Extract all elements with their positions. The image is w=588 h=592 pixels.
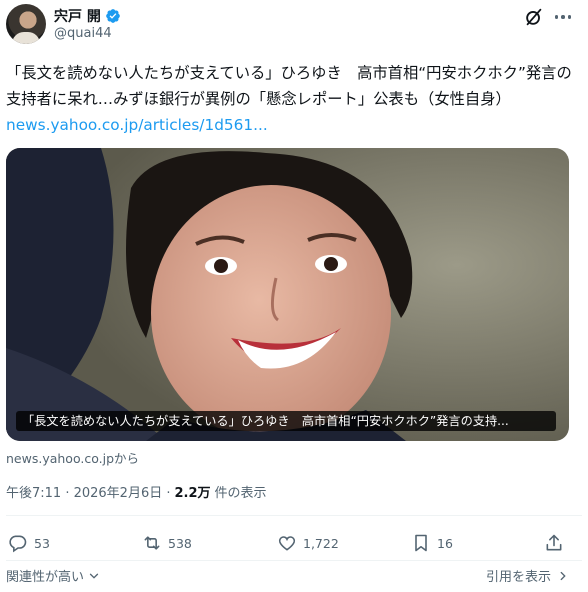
link-card[interactable]: [6, 148, 569, 441]
quotes-label: 引用を表示: [485, 570, 551, 585]
avatar[interactable]: [6, 4, 46, 44]
share-button[interactable]: [544, 528, 564, 558]
reply-icon: [9, 535, 27, 553]
sort-label: 関連性が高い: [6, 570, 85, 585]
like-button[interactable]: 1,722: [277, 528, 339, 558]
retweet-icon: [144, 536, 160, 550]
timestamp[interactable]: 午後7:11 · 2026年2月6日 ·: [6, 482, 170, 501]
more-icon[interactable]: [552, 10, 574, 24]
card-source[interactable]: news.yahoo.co.jpから: [6, 448, 139, 467]
divider-bottom: [6, 560, 582, 561]
tweet-text: 「長文を読めない人たちが支えている」ひろゆき 高市首相“円安ホクホク”発言の支持…: [6, 60, 582, 138]
share-icon: [546, 534, 562, 551]
bookmark-count: 16: [437, 535, 453, 551]
verified-badge-icon: [106, 9, 120, 23]
card-image: [6, 148, 569, 441]
retweet-button[interactable]: 538: [142, 528, 192, 558]
author-display-name[interactable]: 宍戸 開: [54, 6, 101, 26]
tweet-link[interactable]: news.yahoo.co.jp/articles/1d561...: [6, 116, 268, 134]
tweet-meta: 午後7:11 · 2026年2月6日 · 2.2万 件の表示: [6, 482, 267, 501]
author-handle[interactable]: @quai44: [54, 26, 112, 41]
tweet-body: 「長文を読めない人たちが支えている」ひろゆき 高市首相“円安ホクホク”発言の支持…: [6, 64, 572, 108]
bookmark-icon: [415, 534, 427, 552]
retweet-count: 538: [168, 535, 192, 551]
sort-dropdown[interactable]: 関連性が高い: [6, 566, 101, 585]
action-bar: 53 538 1,722 16: [0, 528, 588, 558]
tweet-header: 宍戸 開 @quai44: [0, 0, 588, 52]
like-count: 1,722: [303, 535, 339, 551]
like-icon: [278, 536, 296, 551]
views-label: 件の表示: [214, 486, 267, 501]
chevron-down-icon: [89, 573, 99, 579]
author-name-row: 宍戸 開: [54, 6, 121, 26]
quotes-link[interactable]: 引用を表示: [486, 566, 570, 585]
divider-top: [6, 515, 582, 516]
grok-icon[interactable]: [523, 6, 545, 28]
views-count: 2.2万: [174, 486, 211, 501]
bookmark-button[interactable]: 16: [411, 528, 453, 558]
card-caption: 「長文を読めない人たちが支えている」ひろゆき 高市首相“円安ホクホク”発言の支持…: [16, 411, 556, 431]
reply-button[interactable]: 53: [8, 528, 50, 558]
chevron-right-icon: [560, 571, 566, 580]
reply-count: 53: [34, 535, 50, 551]
